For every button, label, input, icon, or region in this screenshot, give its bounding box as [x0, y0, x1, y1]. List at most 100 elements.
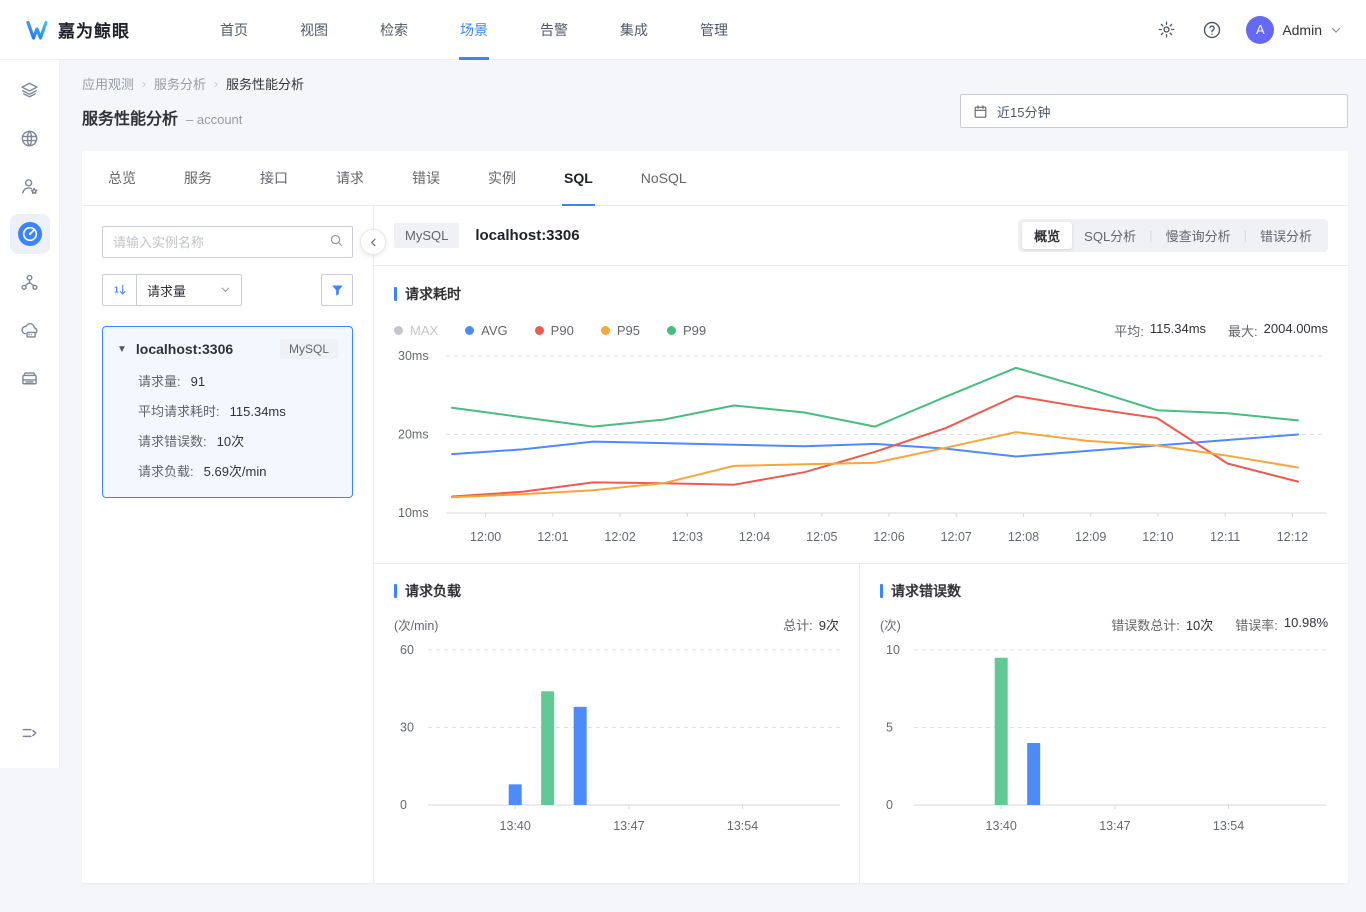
stat: 最大: 2004.00ms — [1228, 321, 1328, 340]
instance-metrics: 请求量: 91 平均请求耗时: 115.34ms 请求错误数 — [117, 367, 338, 487]
breadcrumb-item[interactable]: 服务性能分析 — [226, 74, 304, 93]
svg-text:12:04: 12:04 — [739, 530, 770, 544]
detail-header: MySQL localhost:3306 概览SQL分析|慢查询分析|错误分析 — [374, 206, 1348, 266]
calendar-icon — [973, 104, 988, 119]
svg-text:12:11: 12:11 — [1210, 530, 1240, 544]
settings-icon[interactable] — [1154, 18, 1178, 42]
legend-dot — [394, 326, 403, 335]
legend-dot — [465, 326, 474, 335]
search-icon[interactable] — [329, 233, 344, 253]
svg-text:0: 0 — [886, 798, 893, 812]
help-icon[interactable] — [1200, 18, 1224, 42]
legend-item[interactable]: MAX — [394, 323, 438, 338]
svg-text:5: 5 — [886, 721, 893, 735]
section-tab[interactable]: 总览 — [106, 151, 138, 206]
load-bar-chart[interactable]: 6030013:4013:4713:54 — [394, 638, 840, 838]
main-menu-item[interactable]: 视图 — [296, 0, 332, 60]
user-star-icon[interactable] — [0, 162, 60, 210]
analysis-view-tab[interactable]: 错误分析 — [1248, 222, 1324, 249]
legend-dot — [667, 326, 676, 335]
collapse-panel-button[interactable] — [360, 229, 386, 255]
legend-label: AVG — [481, 323, 508, 338]
metric-value: 10次 — [217, 427, 244, 457]
legend-label: P99 — [683, 323, 706, 338]
analysis-view-tab[interactable]: SQL分析 — [1072, 222, 1148, 249]
section-tab[interactable]: 请求 — [334, 151, 366, 206]
main-menu-item[interactable]: 告警 — [536, 0, 572, 60]
svg-text:13:54: 13:54 — [727, 819, 758, 833]
brand-name: 嘉为鲸眼 — [58, 17, 130, 42]
svg-text:12:00: 12:00 — [470, 530, 501, 544]
load-stats: 总计: 9次 — [783, 615, 839, 634]
analysis-view-tab[interactable]: 慢查询分析 — [1154, 222, 1243, 249]
legend-item[interactable]: P99 — [667, 323, 706, 338]
errors-unit: (次) — [880, 615, 901, 634]
legend-item[interactable]: P90 — [535, 323, 574, 338]
breadcrumb-item[interactable]: 应用观测 — [82, 74, 134, 93]
metric-value: 91 — [191, 367, 205, 397]
layers-icon[interactable] — [0, 66, 60, 114]
caret-down-icon[interactable]: ▼ — [117, 344, 127, 355]
host-icon[interactable] — [0, 354, 60, 402]
svg-text:1: 1 — [114, 285, 119, 295]
main-menu-item[interactable]: 管理 — [696, 0, 732, 60]
section-tab[interactable]: NoSQL — [639, 151, 689, 206]
page-subtitle: – account — [186, 112, 242, 127]
breadcrumb: 应用观测›服务分析›服务性能分析 — [82, 74, 304, 93]
analysis-view-tab[interactable]: 概览 — [1022, 222, 1072, 249]
errors-bar-chart[interactable]: 105013:4013:4713:54 — [880, 638, 1326, 838]
metric-value: 5.69次/min — [204, 457, 267, 487]
sort-control[interactable]: 1 请求量 — [102, 274, 242, 306]
legend-label: P90 — [551, 323, 574, 338]
section-tab[interactable]: 服务 — [182, 151, 214, 206]
stat: 平均: 115.34ms — [1114, 321, 1206, 340]
top-nav: 嘉为鲸眼 首页视图检索场景告警集成管理 A Admin — [0, 0, 1366, 60]
svg-text:12:07: 12:07 — [941, 530, 972, 544]
svg-text:60: 60 — [400, 643, 414, 657]
latency-section: 请求耗时 MAX — [374, 266, 1348, 549]
globe-icon[interactable] — [0, 114, 60, 162]
stat-value: 2004.00ms — [1264, 321, 1328, 340]
svg-text:12:03: 12:03 — [672, 530, 703, 544]
sort-order-icon[interactable]: 1 — [103, 275, 137, 305]
expand-sidebar-icon[interactable] — [20, 723, 40, 748]
section-tab[interactable]: 接口 — [258, 151, 290, 206]
errors-stats: 错误数总计: 10次 错误率: 10.98% — [1111, 615, 1328, 634]
main-menu-item[interactable]: 检索 — [376, 0, 412, 60]
gauge-icon[interactable] — [0, 210, 60, 258]
main-menu-item[interactable]: 首页 — [216, 0, 252, 60]
svg-text:12:06: 12:06 — [873, 530, 904, 544]
sort-field-select[interactable]: 请求量 — [137, 275, 241, 305]
analysis-view-switch: 概览SQL分析|慢查询分析|错误分析 — [1018, 219, 1328, 252]
svg-text:12:10: 12:10 — [1142, 530, 1173, 544]
stat-label: 最大: — [1228, 321, 1258, 340]
section-tab[interactable]: 错误 — [410, 151, 442, 206]
chevron-down-icon — [220, 283, 231, 298]
legend-item[interactable]: P95 — [601, 323, 640, 338]
legend-dot — [535, 326, 544, 335]
instance-card[interactable]: ▼ localhost:3306 MySQL 请求量: 91 — [102, 326, 353, 498]
latency-title: 请求耗时 — [405, 284, 461, 304]
stat-value: 115.34ms — [1150, 321, 1206, 340]
avatar: A — [1246, 16, 1274, 44]
latency-line-chart[interactable]: 30ms20ms10ms12:0012:0112:0212:0312:0412:… — [394, 344, 1328, 549]
svg-text:13:54: 13:54 — [1213, 819, 1244, 833]
filter-button[interactable] — [321, 274, 353, 306]
metric-value: 115.34ms — [230, 397, 286, 427]
main-menu-item[interactable]: 场景 — [456, 0, 492, 60]
instance-search-input[interactable] — [102, 226, 353, 258]
topology-icon[interactable] — [0, 258, 60, 306]
section-tab[interactable]: 实例 — [486, 151, 518, 206]
cloud-host-icon[interactable] — [0, 306, 60, 354]
instance-metric-row: 请求负载: 5.69次/min — [138, 457, 338, 487]
time-range-picker[interactable]: 近15分钟 — [960, 94, 1348, 128]
brand-logo[interactable]: 嘉为鲸眼 — [24, 17, 174, 43]
breadcrumb-item[interactable]: 服务分析 — [154, 74, 206, 93]
section-tab[interactable]: SQL — [562, 151, 595, 206]
stat: 总计: 9次 — [783, 615, 839, 634]
user-menu[interactable]: A Admin — [1246, 16, 1342, 44]
main-menu-item[interactable]: 集成 — [616, 0, 652, 60]
funnel-icon — [330, 283, 345, 298]
legend-item[interactable]: AVG — [465, 323, 508, 338]
instance-metric-row: 请求量: 91 — [138, 367, 338, 397]
